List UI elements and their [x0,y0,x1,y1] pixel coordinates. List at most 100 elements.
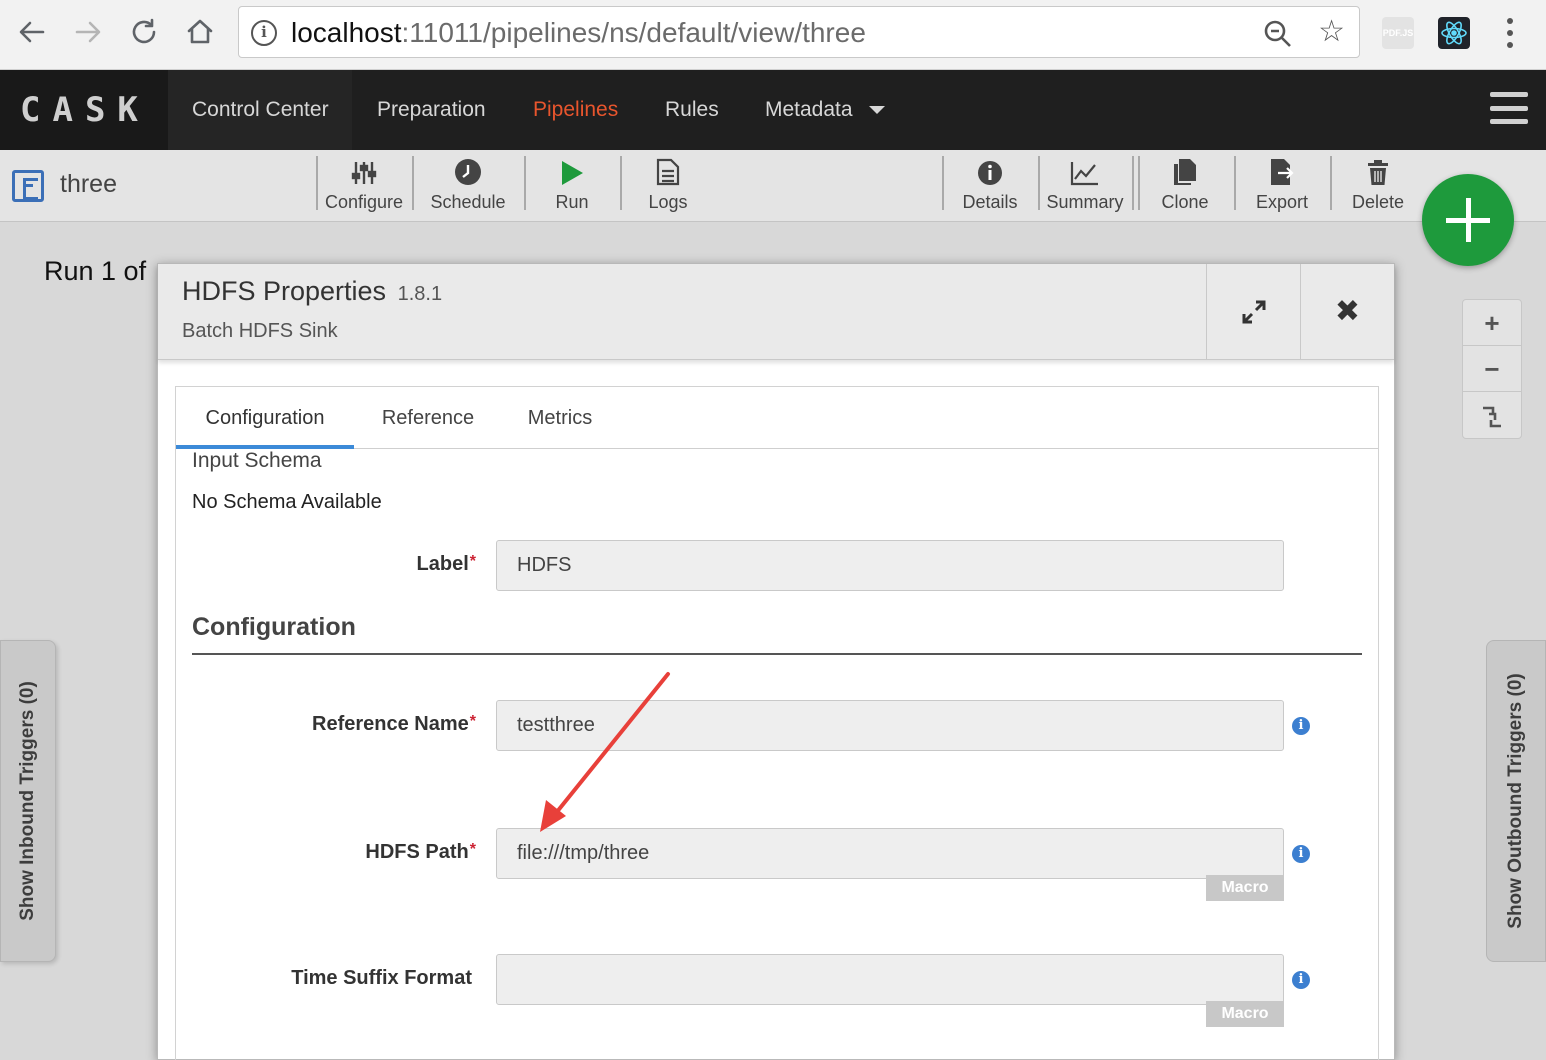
hdfs-path-info-icon[interactable]: i [1292,845,1310,863]
time-suffix-input[interactable] [496,954,1284,1005]
run-status-text: Run 1 of [44,256,147,286]
play-icon [534,156,610,186]
properties-panel: Configuration Reference Metrics Input Sc… [175,386,1379,1060]
pipeline-toolbar: three Configure Schedule Run Logs Detail… [0,150,1546,222]
time-suffix-macro-button[interactable]: Macro [1206,1001,1284,1027]
site-info-icon[interactable]: i [251,20,277,46]
show-inbound-triggers-tab[interactable]: Show Inbound Triggers (0) [0,640,56,962]
time-suffix-info-icon[interactable]: i [1292,971,1310,989]
summary-button[interactable]: Summary [1042,156,1128,216]
run-button[interactable]: Run [534,156,610,216]
details-label: Details [962,192,1018,212]
hamburger-menu-icon[interactable] [1490,92,1528,124]
outbound-triggers-label: Show Outbound Triggers (0) [1505,673,1526,929]
hdfs-path-input[interactable]: file:///tmp/three [496,828,1284,879]
document-icon [628,156,708,186]
hdfs-path-label: HDFS Path* [176,841,476,864]
show-outbound-triggers-tab[interactable]: Show Outbound Triggers (0) [1486,640,1546,962]
info-circle-icon [950,156,1030,186]
pdf-extension-label: PDF.JS [1382,28,1414,38]
inbound-triggers-label: Show Inbound Triggers (0) [17,681,38,921]
browser-menu-icon[interactable] [1500,18,1520,48]
nav-metadata-label: Metadata [765,98,853,121]
plugin-version: 1.8.1 [397,283,443,305]
details-button[interactable]: Details [950,156,1030,216]
nav-preparation[interactable]: Preparation [377,70,486,150]
summary-label: Summary [1046,192,1124,212]
copy-icon [1146,156,1224,186]
toolbar-divider [1038,156,1040,210]
reference-name-input[interactable]: testthree [496,700,1284,751]
app-navbar: CASK Control Center Preparation Pipeline… [0,70,1546,150]
input-schema-value: No Schema Available [192,491,382,513]
toolbar-divider [316,156,318,210]
input-schema-title: Input Schema [192,449,322,472]
cask-logo[interactable]: CASK [0,70,168,150]
nav-rules[interactable]: Rules [665,70,719,150]
back-arrow-icon[interactable] [14,14,50,50]
forward-arrow-icon[interactable] [70,14,106,50]
url-path: :11011/pipelines/ns/default/view/three [401,17,866,48]
toolbar-divider [1132,156,1134,210]
nav-pipelines[interactable]: Pipelines [533,70,618,150]
tab-reference[interactable]: Reference [366,387,490,449]
close-button[interactable]: ✖ [1300,264,1394,359]
fit-to-screen-icon[interactable] [1463,392,1521,438]
toolbar-divider [942,156,944,210]
zoom-magnifier-icon[interactable] [1263,19,1293,54]
label-input[interactable]: HDFS [496,540,1284,591]
modal-header: HDFS Properties 1.8.1 Batch HDFS Sink ✖ [158,264,1394,360]
required-asterisk: * [469,841,476,858]
hdfs-path-macro-button[interactable]: Macro [1206,875,1284,901]
toolbar-divider [1234,156,1236,210]
trash-icon [1338,156,1418,186]
nav-control-center[interactable]: Control Center [168,70,352,150]
toolbar-divider [1138,156,1140,210]
required-asterisk: * [469,713,476,730]
run-label: Run [555,192,589,212]
delete-button[interactable]: Delete [1338,156,1418,216]
tab-configuration[interactable]: Configuration [176,387,354,449]
hdfs-path-text: HDFS Path [365,841,469,863]
home-icon[interactable] [182,14,218,50]
expand-button[interactable] [1206,264,1300,359]
configuration-section-title: Configuration [192,613,1362,655]
zoom-controls: + − [1462,299,1522,439]
logs-button[interactable]: Logs [628,156,708,216]
reload-icon[interactable] [126,14,162,50]
toolbar-divider [524,156,526,210]
toolbar-divider [620,156,622,210]
plugin-properties-modal: HDFS Properties 1.8.1 Batch HDFS Sink ✖ … [157,263,1395,1060]
tab-metrics[interactable]: Metrics [512,387,608,449]
schedule-button[interactable]: Schedule [424,156,512,216]
label-field-text: Label [416,553,469,575]
zoom-out-button[interactable]: − [1463,346,1521,392]
export-file-icon [1242,156,1322,186]
add-plus-button[interactable] [1422,174,1514,266]
line-chart-icon [1042,156,1128,186]
url-text[interactable]: localhost:11011/pipelines/ns/default/vie… [291,17,866,49]
sliders-icon [322,156,406,186]
modal-tabs: Configuration Reference Metrics [176,387,1378,449]
export-button[interactable]: Export [1242,156,1322,216]
caret-down-icon [868,106,885,115]
nav-metadata[interactable]: Metadata [765,70,885,150]
clone-label: Clone [1161,192,1209,212]
time-suffix-label: Time Suffix Format [291,967,472,989]
toolbar-divider [1330,156,1332,210]
export-label: Export [1255,192,1309,212]
close-icon: ✖ [1334,295,1361,328]
zoom-in-button[interactable]: + [1463,300,1521,346]
pdf-extension-icon[interactable]: PDF.JS [1382,17,1414,49]
modal-title-text: HDFS Properties [182,276,387,306]
reference-name-text: Reference Name [312,713,469,735]
reference-name-info-icon[interactable]: i [1292,717,1310,735]
react-devtools-icon[interactable] [1438,17,1470,49]
toolbar-divider [412,156,414,210]
bookmark-star-icon[interactable]: ☆ [1318,17,1345,47]
configure-label: Configure [324,192,404,212]
address-bar[interactable]: i localhost:11011/pipelines/ns/default/v… [238,6,1360,58]
configure-button[interactable]: Configure [322,156,406,216]
clone-button[interactable]: Clone [1146,156,1224,216]
url-host: localhost [291,17,402,48]
